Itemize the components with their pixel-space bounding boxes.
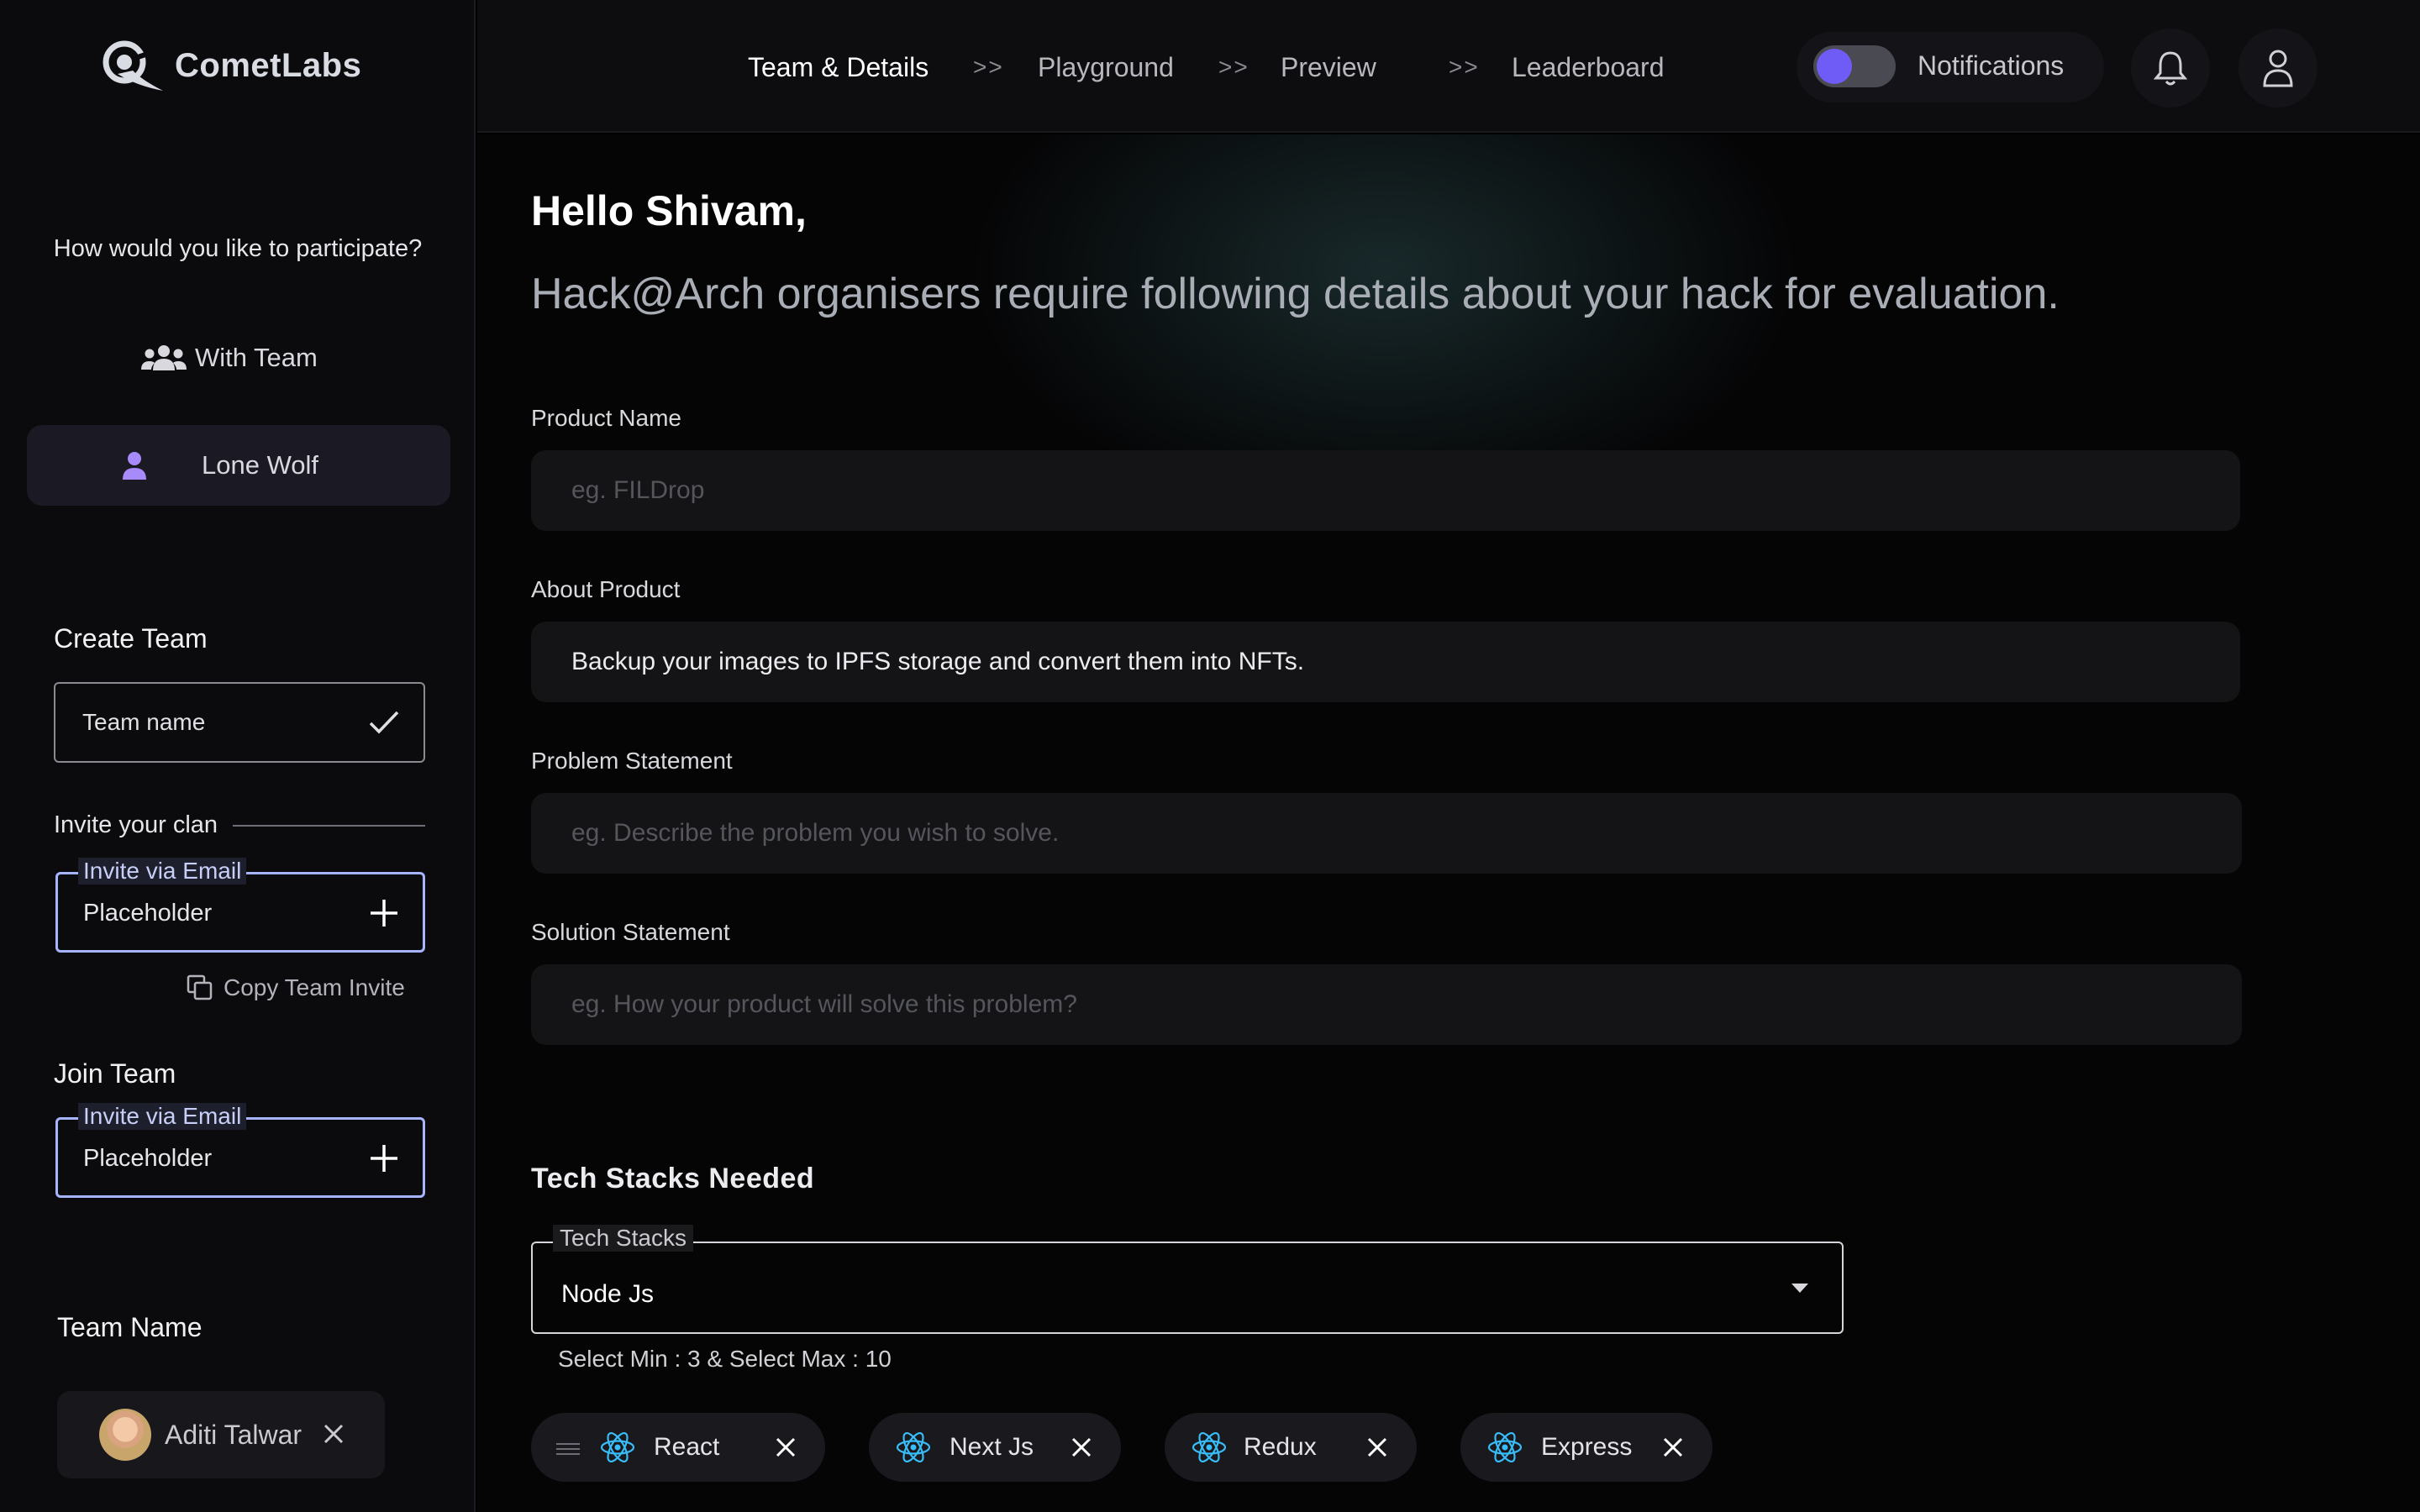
solution-statement-input[interactable]: eg. How your product will solve this pro… (531, 964, 2242, 1045)
participation-question: How would you like to participate? (53, 235, 423, 262)
invite-clan-divider: Invite your clan (54, 811, 425, 839)
caret-down-icon (1791, 1284, 1808, 1293)
about-product-label: About Product (531, 576, 681, 602)
option-with-team-label: With Team (195, 343, 318, 372)
add-join-icon[interactable] (369, 1143, 399, 1173)
react-icon (896, 1432, 931, 1462)
team-name-placeholder: Team name (82, 709, 206, 735)
toggle-knob (1817, 49, 1852, 84)
top-header: Team & Details >> Playground >> Preview … (477, 0, 2420, 133)
problem-statement-input[interactable]: eg. Describe the problem you wish to sol… (531, 793, 2242, 874)
copy-team-invite-button[interactable]: Copy Team Invite (187, 974, 405, 1001)
person-icon (123, 452, 146, 480)
tech-chip-redux[interactable]: Redux (1165, 1413, 1417, 1482)
breadcrumb-separator: >> (1218, 54, 1249, 80)
avatar (99, 1409, 151, 1461)
remove-chip-icon[interactable] (775, 1436, 797, 1458)
logo[interactable]: CometLabs (99, 37, 361, 94)
react-icon (1192, 1432, 1227, 1462)
team-name-title: Team Name (57, 1312, 203, 1342)
brand-name: CometLabs (175, 46, 362, 84)
join-team-email-field[interactable]: Invite via Email Placeholder (55, 1103, 425, 1198)
drag-handle-icon[interactable] (556, 1443, 580, 1455)
solution-statement-label: Solution Statement (531, 919, 730, 945)
breadcrumb-separator: >> (973, 54, 1004, 80)
tech-chip-label: Express (1541, 1433, 1633, 1461)
breadcrumb-leaderboard[interactable]: Leaderboard (1512, 52, 1664, 83)
breadcrumb-team-details[interactable]: Team & Details (748, 52, 929, 83)
team-member-chip: Aditi Talwar (57, 1391, 385, 1478)
remove-chip-icon[interactable] (1662, 1436, 1684, 1458)
member-name: Aditi Talwar (165, 1419, 302, 1450)
react-icon (1487, 1432, 1523, 1462)
product-name-input[interactable]: eg. FILDrop (531, 450, 2240, 531)
invite-email-field[interactable]: Invite via Email Placeholder (55, 858, 425, 953)
remove-chip-icon[interactable] (1366, 1436, 1388, 1458)
user-icon (2263, 50, 2293, 87)
option-with-team[interactable]: With Team (27, 318, 450, 398)
tech-stacks-title: Tech Stacks Needed (531, 1163, 815, 1194)
remove-chip-icon[interactable] (1071, 1436, 1092, 1458)
join-team-title: Join Team (54, 1058, 176, 1089)
breadcrumb-playground[interactable]: Playground (1038, 52, 1174, 83)
tech-stacks-hint: Select Min : 3 & Select Max : 10 (558, 1346, 892, 1372)
about-product-input[interactable]: Backup your images to IPFS storage and c… (531, 622, 2240, 702)
add-invite-icon[interactable] (369, 898, 399, 928)
tech-chip-label: React (654, 1433, 720, 1461)
tech-chip-nextjs[interactable]: Next Js (869, 1413, 1121, 1482)
tech-chip-react[interactable]: React (531, 1413, 825, 1482)
profile-button[interactable] (2238, 29, 2317, 108)
problem-statement-label: Problem Statement (531, 748, 733, 774)
group-icon (141, 345, 187, 370)
notifications-label: Notifications (1918, 50, 2065, 81)
create-team-title: Create Team (54, 623, 208, 654)
tech-stacks-select[interactable]: Tech Stacks Node Js (531, 1225, 1844, 1334)
product-name-label: Product Name (531, 405, 681, 431)
greeting: Hello Shivam, (531, 187, 807, 234)
tech-stacks-legend: Tech Stacks (553, 1225, 693, 1252)
breadcrumb-separator: >> (1449, 54, 1480, 80)
team-name-input[interactable]: Team name (54, 682, 425, 763)
option-lone-wolf-label: Lone Wolf (202, 450, 319, 480)
sidebar: CometLabs How would you like to particip… (0, 0, 476, 1512)
remove-member-icon[interactable] (323, 1423, 345, 1445)
tech-stacks-selected-value: Node Js (561, 1280, 655, 1308)
bell-icon (2154, 51, 2187, 86)
notifications-button[interactable] (2131, 29, 2210, 108)
tech-chip-label: Redux (1244, 1433, 1317, 1461)
invite-clan-label: Invite your clan (54, 811, 218, 838)
copy-icon (187, 974, 213, 1000)
react-icon (600, 1432, 635, 1462)
page-subtitle: Hack@Arch organisers require following d… (531, 270, 2060, 318)
invite-email-legend: Invite via Email (78, 858, 247, 885)
copy-team-invite-label: Copy Team Invite (224, 974, 405, 1000)
breadcrumb-preview[interactable]: Preview (1281, 52, 1376, 83)
tech-chip-express[interactable]: Express (1460, 1413, 1712, 1482)
join-email-placeholder: Placeholder (83, 1145, 213, 1172)
option-lone-wolf[interactable]: Lone Wolf (27, 425, 450, 506)
join-email-legend: Invite via Email (78, 1103, 247, 1130)
main-content: Hello Shivam, Hack@Arch organisers requi… (477, 134, 2420, 1512)
tech-chip-label: Next Js (950, 1433, 1034, 1461)
check-icon[interactable] (368, 709, 400, 736)
notifications-toggle[interactable] (1813, 45, 1896, 87)
comet-logo-icon (103, 40, 163, 91)
divider-line (233, 824, 425, 827)
invite-email-placeholder: Placeholder (83, 900, 213, 927)
